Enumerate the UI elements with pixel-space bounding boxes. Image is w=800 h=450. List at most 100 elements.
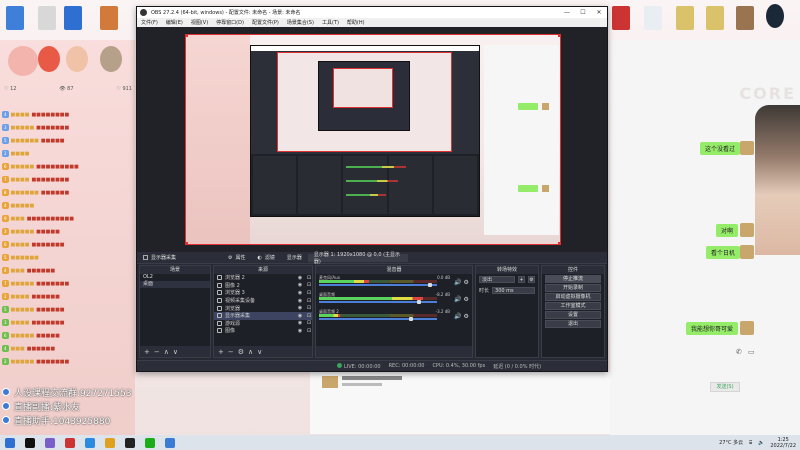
filters-button[interactable]: ◐ 滤镜	[252, 254, 281, 262]
eye-icon[interactable]: ◉	[297, 298, 303, 304]
desktop-app-icon[interactable]	[38, 6, 56, 30]
start-recording-button[interactable]: 开始录制	[545, 284, 601, 292]
speaker-icon[interactable]: 🔊	[454, 313, 461, 320]
remove-scene-button[interactable]: −	[154, 348, 160, 356]
menu-help[interactable]: 帮助(H)	[347, 19, 365, 26]
preview-canvas[interactable]	[185, 34, 561, 245]
volume-knob[interactable]	[417, 300, 422, 304]
desktop-app-icon[interactable]	[644, 6, 662, 30]
eye-icon[interactable]: ◉	[297, 305, 303, 311]
source-item[interactable]: 游戏源 ◉ ⊡	[214, 320, 312, 328]
lock-icon[interactable]: ⊡	[306, 282, 312, 288]
move-down-button[interactable]: ∨	[257, 348, 262, 356]
volume-icon[interactable]: 🔈	[758, 440, 764, 446]
desktop-app-icon[interactable]	[100, 6, 118, 30]
resize-handle[interactable]	[558, 35, 560, 37]
source-item[interactable]: 图像 ◉ ⊡	[214, 327, 312, 335]
menu-view[interactable]: 视图(V)	[191, 19, 208, 26]
eye-icon[interactable]: ◉	[297, 290, 303, 296]
menu-profile[interactable]: 配置文件(P)	[252, 19, 279, 26]
video-call-icon[interactable]: ▭	[748, 348, 755, 356]
network-icon[interactable]: ⌸	[749, 440, 752, 446]
gear-icon[interactable]: ⚙	[238, 348, 244, 356]
source-item[interactable]: 显示器采集 ◉ ⊡	[214, 311, 312, 320]
clock[interactable]: 1:25 2022/7/22	[770, 437, 796, 449]
desktop-app-icon[interactable]	[736, 6, 754, 30]
menu-scene-collection[interactable]: 场景集合(S)	[287, 19, 314, 26]
add-source-button[interactable]: +	[218, 348, 224, 356]
eye-icon[interactable]: ◉	[297, 320, 303, 326]
resize-handle[interactable]	[186, 242, 188, 244]
menu-file[interactable]: 文件(F)	[141, 19, 158, 26]
speaker-icon[interactable]: 🔊	[454, 279, 461, 286]
app-icon[interactable]	[65, 437, 75, 448]
lock-icon[interactable]: ⊡	[306, 305, 312, 311]
desktop-app-icon[interactable]	[676, 6, 694, 30]
app-icon[interactable]	[45, 437, 55, 448]
preview-area[interactable]	[137, 27, 607, 252]
source-item[interactable]: 浏览器 3 ◉ ⊡	[214, 289, 312, 297]
weather[interactable]: 27°C 多云	[719, 439, 743, 446]
stop-streaming-button[interactable]: 停止推流	[545, 275, 601, 283]
lock-icon[interactable]: ⊡	[306, 298, 312, 304]
folder-icon[interactable]	[105, 437, 115, 448]
steam-icon[interactable]	[766, 4, 784, 28]
tiktok-icon[interactable]	[25, 437, 35, 448]
gear-icon[interactable]: ⚙	[463, 296, 468, 303]
desktop-app-icon[interactable]	[706, 6, 724, 30]
menu-tools[interactable]: 工具(T)	[322, 19, 339, 26]
menu-edit[interactable]: 编辑(E)	[166, 19, 183, 26]
volume-knob[interactable]	[428, 283, 433, 287]
duration-field[interactable]: 300 ms	[492, 287, 535, 294]
source-item[interactable]: 浏览器 2 ◉ ⊡	[214, 274, 312, 282]
eye-icon[interactable]: ◉	[297, 282, 303, 288]
maximize-button[interactable]: ☐	[575, 7, 591, 18]
eye-icon[interactable]: ◉	[297, 275, 303, 281]
desktop-app-icon[interactable]	[6, 6, 24, 30]
minimize-button[interactable]: —	[559, 7, 575, 18]
exit-button[interactable]: 退出	[545, 320, 601, 328]
transition-select[interactable]: 淡出	[479, 276, 515, 283]
desktop-app-icon[interactable]	[64, 6, 82, 30]
obs-icon[interactable]	[125, 437, 135, 448]
source-item[interactable]: 视频采集设备 ◉ ⊡	[214, 297, 312, 305]
desktop-app-icon[interactable]	[612, 6, 630, 30]
start-icon[interactable]	[5, 437, 15, 448]
gear-icon[interactable]: ⚙	[463, 313, 468, 320]
move-up-button[interactable]: ∧	[164, 348, 169, 356]
scene-item[interactable]: 桌面	[140, 281, 210, 288]
display-select[interactable]: 显示器 1: 1920x1080 @ 0,0 (主显示器)	[307, 252, 408, 265]
studio-mode-button[interactable]: 工作室模式	[545, 302, 601, 310]
move-down-button[interactable]: ∨	[173, 348, 178, 356]
volume-slider[interactable]	[319, 318, 437, 320]
properties-button[interactable]: ⚙ 属性	[222, 254, 252, 262]
eye-icon[interactable]: ◉	[297, 313, 303, 319]
wechat-icon[interactable]	[145, 437, 155, 448]
lock-icon[interactable]: ⊡	[306, 320, 312, 326]
volume-slider[interactable]	[319, 284, 437, 286]
add-transition-button[interactable]: +	[518, 276, 525, 283]
gear-icon[interactable]: ⚙	[463, 279, 468, 286]
close-button[interactable]: ✕	[591, 7, 607, 18]
app-icon[interactable]	[165, 437, 175, 448]
lock-icon[interactable]: ⊡	[306, 275, 312, 281]
lock-icon[interactable]: ⊡	[306, 313, 312, 319]
resize-handle[interactable]	[558, 242, 560, 244]
speaker-icon[interactable]: 🔊	[454, 296, 461, 303]
menu-docks[interactable]: 停靠窗口(D)	[216, 19, 244, 26]
eye-icon[interactable]: ◉	[297, 328, 303, 334]
edge-icon[interactable]	[85, 437, 95, 448]
settings-button[interactable]: 设置	[545, 311, 601, 319]
volume-knob[interactable]	[409, 317, 414, 321]
add-scene-button[interactable]: +	[144, 348, 150, 356]
phone-icon[interactable]: ✆	[736, 348, 742, 356]
send-button[interactable]: 发送(S)	[710, 382, 740, 392]
lock-icon[interactable]: ⊡	[306, 290, 312, 296]
lock-icon[interactable]: ⊡	[306, 328, 312, 334]
resize-handle[interactable]	[186, 35, 188, 37]
source-item[interactable]: 图像 2 ◉ ⊡	[214, 282, 312, 290]
gear-icon[interactable]: ⚙	[528, 276, 535, 283]
move-up-button[interactable]: ∧	[248, 348, 253, 356]
source-item[interactable]: 浏览器 ◉ ⊡	[214, 304, 312, 312]
virtual-camera-button[interactable]: 启动虚拟摄像机	[545, 293, 601, 301]
